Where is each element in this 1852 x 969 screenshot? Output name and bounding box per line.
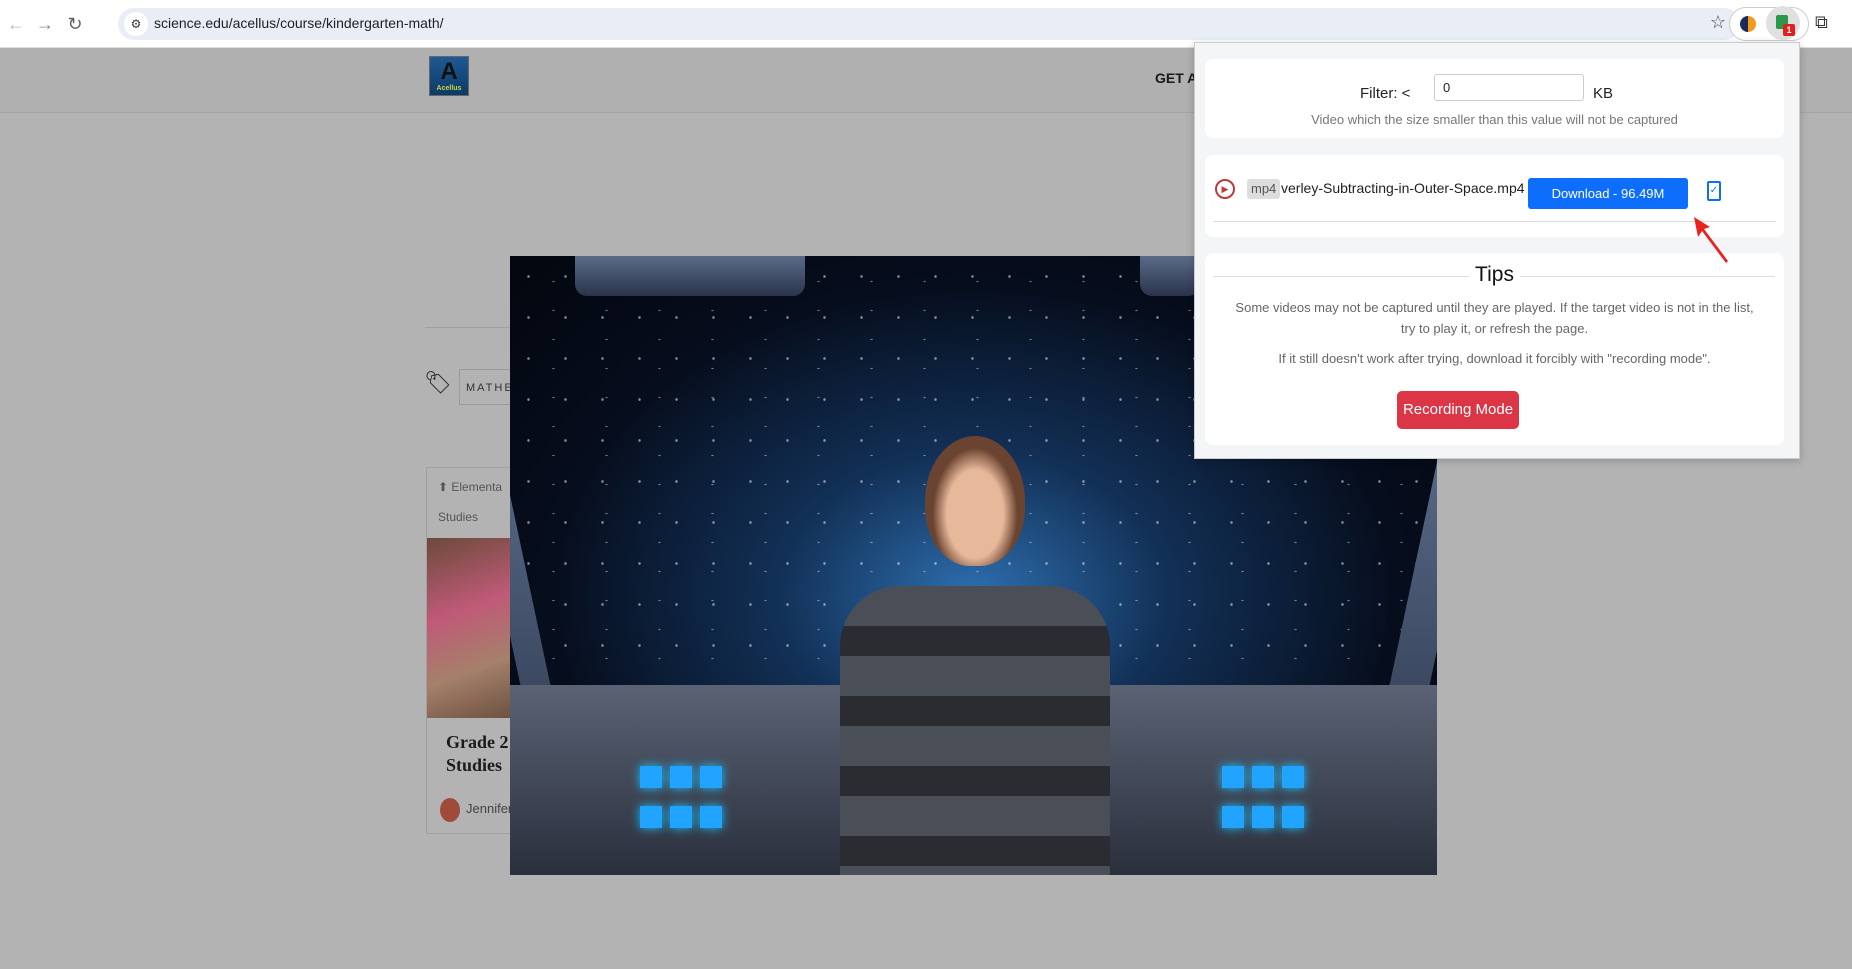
extensions-puzzle-icon[interactable]: ⧉ [1815,12,1828,33]
extension-icon[interactable] [1740,16,1756,32]
card-image [427,538,515,718]
video-filename: verley-Subtracting-in-Outer-Space.mp4 [1281,180,1525,196]
reload-icon[interactable]: ↻ [63,12,87,36]
tips-text-3: If it still doesn't work after trying, d… [1278,351,1711,366]
tips-text-2: try to play it, or refresh the page. [1400,321,1589,336]
filter-hint: Video which the size smaller than this v… [1311,112,1678,127]
card-category-line2: Studies [438,510,479,524]
card-title[interactable]: Grade 2 Studies [446,731,509,777]
course-card[interactable]: ⬆ Elementa Studies Grade 2 Studies Jennif… [426,467,516,834]
forward-icon[interactable]: → [33,12,57,36]
browser-toolbar: ← → ↻ ⚙ science.edu/acellus/course/kinde… [0,0,1852,48]
card-author: Jennifer [466,801,513,816]
card-category: ⬆ Elementa [438,480,503,494]
extensions-group: 1 [1729,6,1809,41]
acellus-logo[interactable]: A Acellus [429,56,469,96]
tips-title: Tips [1205,263,1784,287]
filter-unit: KB [1593,85,1614,102]
video-downloader-extension-icon[interactable]: 1 [1766,6,1800,40]
annotation-arrow [1694,217,1728,263]
tags-icon: 🏷 [424,370,452,395]
back-icon[interactable]: ← [4,12,28,36]
tips-card: Tips Some videos may not be captured unt… [1205,253,1784,445]
format-badge: mp4 [1247,179,1281,199]
address-bar[interactable]: ⚙ science.edu/acellus/course/kindergarte… [118,8,1740,40]
nav-link-get[interactable]: GET A [1155,70,1197,86]
bookmark-star-icon[interactable]: ☆ [1710,12,1726,33]
divider [425,327,515,328]
extension-badge: 1 [1783,24,1795,36]
download-button[interactable]: Download - 96.49M [1528,178,1688,209]
filter-size-input[interactable]: 0 [1434,74,1584,101]
copy-clipboard-icon[interactable]: ✓ [1707,181,1721,201]
play-icon[interactable]: ▶ [1215,179,1235,199]
tips-text-1: Some videos may not be captured until th… [1235,300,1754,315]
filter-label: Filter: < [1360,85,1411,102]
url-text[interactable]: science.edu/acellus/course/kindergarten-… [154,15,444,31]
author-avatar [440,798,460,822]
site-info-icon[interactable]: ⚙ [124,12,148,36]
recording-mode-button[interactable]: Recording Mode [1397,391,1519,429]
filter-card: Filter: < 0 KB Video which the size smal… [1205,59,1784,138]
